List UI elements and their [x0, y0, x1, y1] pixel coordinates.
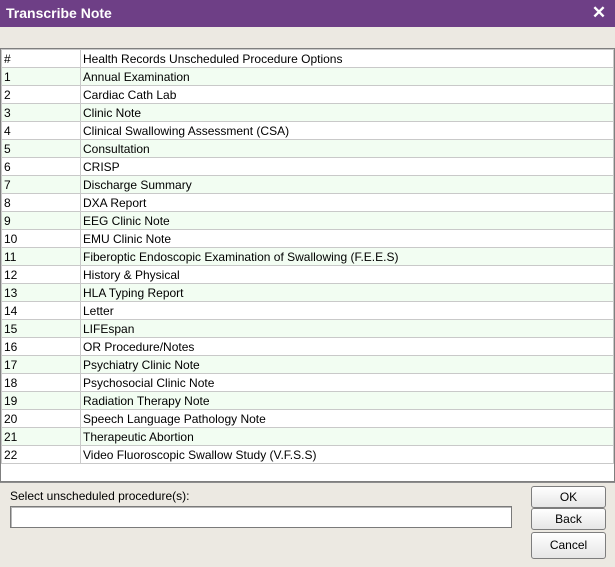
row-number: 1: [1, 67, 81, 86]
procedure-option[interactable]: CRISP: [80, 157, 614, 176]
row-number: 9: [1, 211, 81, 230]
table-row[interactable]: 13 HLA Typing Report: [1, 283, 614, 302]
row-number: 14: [1, 301, 81, 320]
table-row[interactable]: 18 Psychosocial Clinic Note: [1, 373, 614, 392]
table-row[interactable]: 2 Cardiac Cath Lab: [1, 85, 614, 104]
procedure-option[interactable]: HLA Typing Report: [80, 283, 614, 302]
title-bar: Transcribe Note ✕: [0, 0, 615, 27]
row-number: 6: [1, 157, 81, 176]
procedure-option[interactable]: DXA Report: [80, 193, 614, 212]
column-header-procedure: Health Records Unscheduled Procedure Opt…: [80, 49, 614, 68]
column-header-number: #: [1, 49, 81, 68]
procedure-option[interactable]: Letter: [80, 301, 614, 320]
row-number: 18: [1, 373, 81, 392]
procedure-option[interactable]: EEG Clinic Note: [80, 211, 614, 230]
table-row[interactable]: 7 Discharge Summary: [1, 175, 614, 194]
row-number: 8: [1, 193, 81, 212]
row-number: 20: [1, 409, 81, 428]
table-row[interactable]: 8 DXA Report: [1, 193, 614, 212]
table-row[interactable]: 15 LIFEspan: [1, 319, 614, 338]
table-row[interactable]: 19 Radiation Therapy Note: [1, 391, 614, 410]
table-row[interactable]: 22 Video Fluoroscopic Swallow Study (V.F.…: [1, 445, 614, 464]
procedure-option[interactable]: LIFEspan: [80, 319, 614, 338]
table-row[interactable]: 12 History & Physical: [1, 265, 614, 284]
row-number: 17: [1, 355, 81, 374]
procedure-option[interactable]: Psychosocial Clinic Note: [80, 373, 614, 392]
procedure-option[interactable]: Radiation Therapy Note: [80, 391, 614, 410]
row-number: 13: [1, 283, 81, 302]
procedure-option[interactable]: Cardiac Cath Lab: [80, 85, 614, 104]
procedure-table: # Health Records Unscheduled Procedure O…: [0, 48, 615, 482]
table-row[interactable]: 9 EEG Clinic Note: [1, 211, 614, 230]
table-header-row: # Health Records Unscheduled Procedure O…: [1, 49, 614, 68]
procedure-option[interactable]: Consultation: [80, 139, 614, 158]
table-row[interactable]: 17 Psychiatry Clinic Note: [1, 355, 614, 374]
procedure-option[interactable]: Discharge Summary: [80, 175, 614, 194]
table-row[interactable]: 1 Annual Examination: [1, 67, 614, 86]
table-row[interactable]: 6 CRISP: [1, 157, 614, 176]
procedure-option[interactable]: Speech Language Pathology Note: [80, 409, 614, 428]
row-number: 5: [1, 139, 81, 158]
row-number: 21: [1, 427, 81, 446]
row-number: 22: [1, 445, 81, 464]
row-number: 4: [1, 121, 81, 140]
procedure-option[interactable]: Annual Examination: [80, 67, 614, 86]
table-row[interactable]: 20 Speech Language Pathology Note: [1, 409, 614, 428]
row-number: 10: [1, 229, 81, 248]
row-number: 19: [1, 391, 81, 410]
ok-button[interactable]: OK: [531, 486, 606, 508]
procedure-prompt-label: Select unscheduled procedure(s):: [10, 489, 190, 503]
table-row[interactable]: 21 Therapeutic Abortion: [1, 427, 614, 446]
table-row[interactable]: 11 Fiberoptic Endoscopic Examination of S…: [1, 247, 614, 266]
cancel-button[interactable]: Cancel: [531, 532, 606, 559]
divider: [0, 482, 615, 483]
row-number: 11: [1, 247, 81, 266]
procedure-option[interactable]: EMU Clinic Note: [80, 229, 614, 248]
window-title: Transcribe Note: [6, 5, 112, 21]
row-number: 7: [1, 175, 81, 194]
table-row[interactable]: 3 Clinic Note: [1, 103, 614, 122]
row-number: 15: [1, 319, 81, 338]
procedure-option[interactable]: Clinic Note: [80, 103, 614, 122]
table-row[interactable]: 10 EMU Clinic Note: [1, 229, 614, 248]
row-number: 3: [1, 103, 81, 122]
row-number: 16: [1, 337, 81, 356]
procedure-selection-input[interactable]: [10, 506, 512, 528]
procedure-option[interactable]: Video Fluoroscopic Swallow Study (V.F.S.…: [80, 445, 614, 464]
procedure-option[interactable]: Therapeutic Abortion: [80, 427, 614, 446]
row-number: 12: [1, 265, 81, 284]
procedure-option[interactable]: History & Physical: [80, 265, 614, 284]
procedure-option[interactable]: Fiberoptic Endoscopic Examination of Swa…: [80, 247, 614, 266]
table-row[interactable]: 16 OR Procedure/Notes: [1, 337, 614, 356]
table-row[interactable]: 4 Clinical Swallowing Assessment (CSA): [1, 121, 614, 140]
back-button[interactable]: Back: [531, 508, 606, 530]
close-icon[interactable]: ✕: [589, 2, 609, 24]
table-row[interactable]: 5 Consultation: [1, 139, 614, 158]
procedure-option[interactable]: Psychiatry Clinic Note: [80, 355, 614, 374]
table-row[interactable]: 14 Letter: [1, 301, 614, 320]
row-number: 2: [1, 85, 81, 104]
procedure-option[interactable]: OR Procedure/Notes: [80, 337, 614, 356]
procedure-option[interactable]: Clinical Swallowing Assessment (CSA): [80, 121, 614, 140]
